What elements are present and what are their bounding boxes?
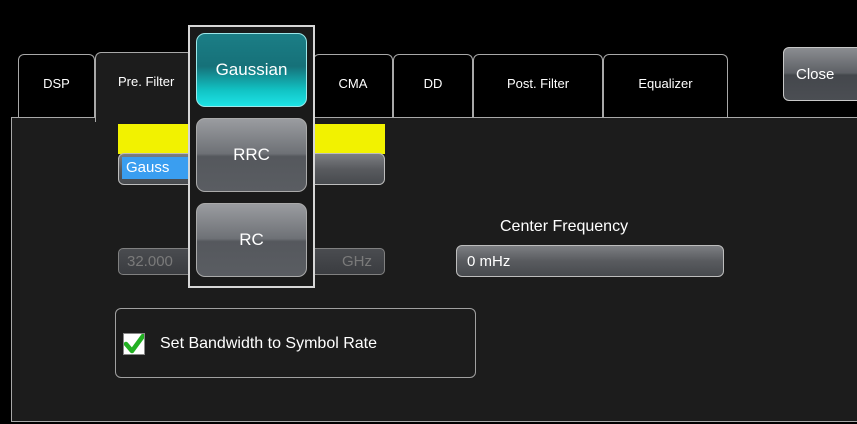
tab-label: DD [423, 76, 443, 91]
bandwidth-unit: GHz [342, 253, 372, 270]
option-label: RC [239, 230, 264, 249]
tab-label: Post. Filter [506, 76, 570, 91]
option-gaussian[interactable]: Gaussian [196, 33, 307, 107]
tab-label: Equalizer [638, 76, 693, 91]
tab-dd[interactable]: DD [393, 54, 473, 118]
filter-type-popup: Gaussian RRC RC [188, 25, 315, 288]
set-bandwidth-label: Set Bandwidth to Symbol Rate [160, 335, 378, 352]
center-frequency-field[interactable]: 0 mHz [456, 245, 724, 277]
center-frequency-value: 0 mHz [467, 253, 511, 270]
tab-label: CMA [338, 76, 368, 91]
option-rrc[interactable]: RRC [196, 118, 307, 192]
bandwidth-value: 32.000 [127, 253, 173, 270]
option-label: RRC [233, 145, 270, 164]
set-bandwidth-checkbox[interactable] [123, 333, 146, 355]
option-label: Gaussian [215, 60, 288, 79]
filter-type-value: Gauss [122, 157, 190, 179]
option-rc[interactable]: RC [196, 203, 307, 277]
close-button[interactable]: Close [783, 47, 857, 101]
tab-dsp[interactable]: DSP [18, 54, 95, 118]
tab-equalizer[interactable]: Equalizer [603, 54, 728, 118]
tab-cma[interactable]: CMA [313, 54, 393, 118]
close-label: Close [796, 66, 835, 83]
tab-post-filter[interactable]: Post. Filter [473, 54, 603, 118]
center-frequency-label: Center Frequency [500, 218, 629, 235]
set-bandwidth-group: Set Bandwidth to Symbol Rate [115, 308, 476, 378]
checkmark-icon [123, 333, 146, 354]
tab-label: Pre. Filter [118, 74, 175, 89]
tab-label: DSP [43, 76, 70, 91]
tab-pre-filter[interactable]: Pre. Filter [95, 52, 193, 122]
